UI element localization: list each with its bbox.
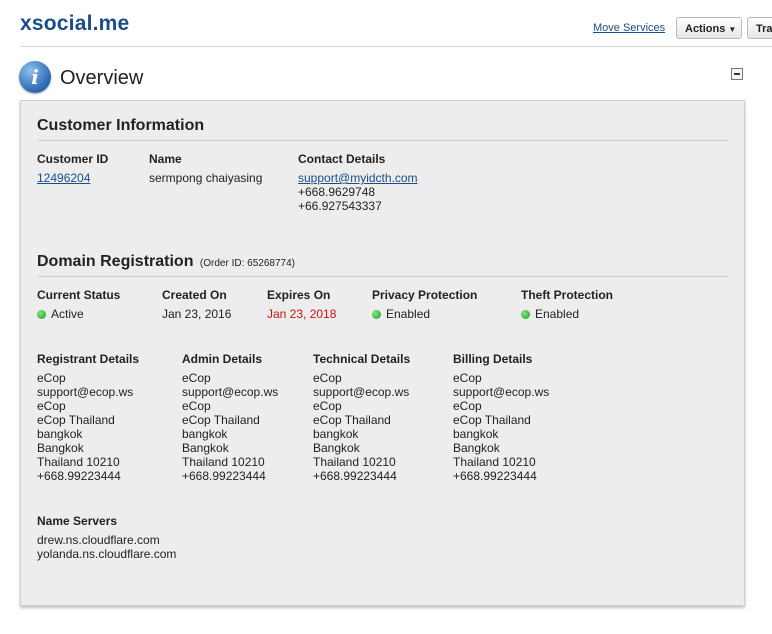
technical-line: +668.99223444: [313, 469, 397, 483]
order-id: (Order ID: 65268774): [199, 258, 295, 269]
billing-line: Thailand 10210: [453, 455, 536, 469]
privacy-protection-text: Enabled: [386, 307, 431, 321]
billing-line: eCop: [453, 371, 482, 385]
admin-line: +668.99223444: [182, 469, 266, 483]
billing-line: Bangkok: [453, 441, 500, 455]
billing-line: eCop: [453, 399, 482, 413]
current-status-label: Current Status: [37, 288, 121, 302]
registrant-details: eCop support@ecop.ws eCop eCop Thailand …: [37, 371, 133, 483]
billing-details: eCop support@ecop.ws eCop eCop Thailand …: [453, 371, 549, 483]
overview-title: Overview: [60, 67, 144, 89]
contact-details: support@myidcth.com +668.9629748 +66.927…: [298, 171, 418, 213]
registrant-line: Thailand 10210: [37, 455, 120, 469]
name-servers-label: Name Servers: [37, 514, 118, 528]
privacy-protection-value: Enabled: [372, 307, 430, 321]
domain-title: xsocial.me: [20, 12, 130, 35]
registrant-line: eCop: [37, 371, 66, 385]
status-green-dot-icon: [521, 310, 530, 319]
theft-protection-text: Enabled: [535, 307, 580, 321]
technical-line: eCop: [313, 371, 342, 385]
billing-line: +668.99223444: [453, 469, 537, 483]
technical-line: bangkok: [313, 427, 359, 441]
registrant-line: Bangkok: [37, 441, 84, 455]
billing-line: bangkok: [453, 427, 499, 441]
customer-name-label: Name: [149, 152, 182, 166]
status-green-dot-icon: [37, 310, 46, 319]
actions-button-label: Actions: [685, 23, 726, 35]
privacy-protection-label: Privacy Protection: [372, 288, 478, 302]
move-services-link[interactable]: Move Services: [593, 22, 665, 34]
technical-line: support@ecop.ws: [313, 385, 410, 399]
admin-line: support@ecop.ws: [182, 385, 279, 399]
customer-info-divider: [37, 140, 729, 141]
theft-protection-value: Enabled: [521, 307, 579, 321]
name-server: yolanda.ns.cloudflare.com: [37, 547, 177, 561]
current-status-text: Active: [51, 307, 84, 321]
customer-name-value: sermpong chaiyasing: [149, 171, 263, 185]
contact-email-link[interactable]: support@myidcth.com: [298, 171, 418, 185]
registrant-line: eCop: [37, 399, 66, 413]
admin-line: eCop: [182, 399, 211, 413]
registrant-line: eCop Thailand: [37, 413, 115, 427]
created-on-label: Created On: [162, 288, 227, 302]
customer-id-label: Customer ID: [37, 152, 109, 166]
registrant-line: support@ecop.ws: [37, 385, 134, 399]
registrant-details-label: Registrant Details: [37, 352, 140, 366]
transfer-button[interactable]: Tra: [747, 17, 772, 39]
registrant-line: bangkok: [37, 427, 83, 441]
created-on-value: Jan 23, 2016: [162, 307, 232, 321]
technical-details: eCop support@ecop.ws eCop eCop Thailand …: [313, 371, 409, 483]
caret-down-icon: ▼: [728, 25, 737, 34]
customer-id-link[interactable]: 12496204: [37, 171, 90, 185]
name-servers-list: drew.ns.cloudflare.com yolanda.ns.cloudf…: [37, 533, 176, 561]
admin-line: Bangkok: [182, 441, 229, 455]
status-green-dot-icon: [372, 310, 381, 319]
domain-registration-title: Domain Registration (Order ID: 65268774): [37, 253, 295, 271]
contact-phone: +668.9629748: [298, 185, 376, 199]
admin-line: bangkok: [182, 427, 228, 441]
info-icon: i: [19, 61, 51, 93]
technical-line: eCop: [313, 399, 342, 413]
domain-registration-divider: [37, 276, 729, 277]
current-status-value: Active: [37, 307, 84, 321]
customer-info-title: Customer Information: [37, 117, 205, 134]
admin-details-label: Admin Details: [182, 352, 263, 366]
expires-on-label: Expires On: [267, 288, 331, 302]
billing-details-label: Billing Details: [453, 352, 533, 366]
overview-panel: Customer Information Customer ID 1249620…: [20, 100, 745, 606]
theft-protection-label: Theft Protection: [521, 288, 613, 302]
name-server: drew.ns.cloudflare.com: [37, 533, 160, 547]
admin-line: eCop Thailand: [182, 413, 260, 427]
expires-on-value: Jan 23, 2018: [267, 307, 337, 321]
admin-details: eCop support@ecop.ws eCop eCop Thailand …: [182, 371, 278, 483]
registrant-line: +668.99223444: [37, 469, 121, 483]
header-divider: [20, 46, 772, 47]
admin-line: eCop: [182, 371, 211, 385]
technical-line: eCop Thailand: [313, 413, 391, 427]
contact-details-label: Contact Details: [298, 152, 386, 166]
technical-details-label: Technical Details: [313, 352, 411, 366]
contact-phone: +66.927543337: [298, 199, 382, 213]
billing-line: support@ecop.ws: [453, 385, 550, 399]
actions-dropdown-button[interactable]: Actions ▼: [676, 17, 742, 39]
technical-line: Bangkok: [313, 441, 360, 455]
transfer-button-label: Tra: [756, 23, 772, 35]
billing-line: eCop Thailand: [453, 413, 531, 427]
collapse-minus-icon[interactable]: [731, 68, 743, 80]
domain-registration-label: Domain Registration: [37, 253, 194, 270]
technical-line: Thailand 10210: [313, 455, 396, 469]
admin-line: Thailand 10210: [182, 455, 265, 469]
